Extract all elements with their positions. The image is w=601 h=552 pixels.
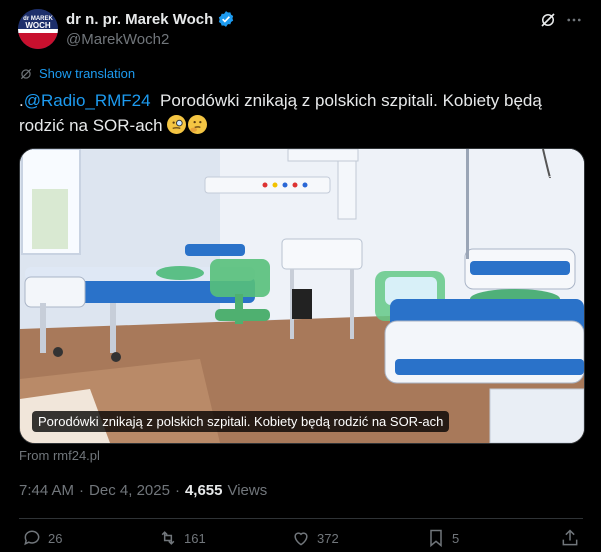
post-time[interactable]: 7:44 AM xyxy=(19,482,74,499)
monocle-face-emoji xyxy=(167,115,187,134)
reply-button[interactable]: 26 xyxy=(22,528,62,548)
media-caption: Porodówki znikają z polskich szpitali. K… xyxy=(32,411,450,432)
repost-button[interactable]: 161 xyxy=(158,528,206,548)
media-card-image[interactable] xyxy=(19,148,585,444)
like-button[interactable]: 372 xyxy=(291,528,339,548)
tweet-text: .@Radio_RMF24 Porodówki znikają z polski… xyxy=(19,88,579,138)
show-translation-label: Show translation xyxy=(39,66,136,81)
bookmark-count: 5 xyxy=(452,530,460,546)
tweet-meta: 7:44 AM · Dec 4, 2025 · 4,655 Views xyxy=(19,482,267,499)
translate-icon xyxy=(20,68,32,79)
svg-text:WOCH: WOCH xyxy=(25,21,51,30)
display-name[interactable]: dr n. pr. Marek Woch xyxy=(66,11,213,28)
author-name-row: dr n. pr. Marek Woch xyxy=(66,10,235,28)
meta-separator: · xyxy=(79,482,85,499)
avatar-image: dr MAREK WOCH xyxy=(18,9,58,49)
share-icon xyxy=(562,529,578,546)
show-translation-link[interactable]: Show translation xyxy=(19,66,135,81)
verified-badge-icon xyxy=(217,10,235,28)
share-button[interactable] xyxy=(560,528,580,548)
post-date[interactable]: Dec 4, 2025 xyxy=(89,482,170,499)
repost-icon xyxy=(161,531,175,545)
tweet-post: dr MAREK WOCH dr n. pr. Marek Woch @Mare… xyxy=(0,0,601,552)
bookmark-button[interactable]: 5 xyxy=(426,528,459,548)
link-source[interactable]: From rmf24.pl xyxy=(19,448,100,463)
divider xyxy=(19,518,583,519)
views-label: Views xyxy=(227,482,268,499)
user-handle[interactable]: @MarekWoch2 xyxy=(66,31,169,48)
mention-link[interactable]: @Radio_RMF24 xyxy=(24,91,151,110)
meta-separator-2: · xyxy=(174,482,180,499)
avatar[interactable]: dr MAREK WOCH xyxy=(18,9,58,49)
more-icon[interactable] xyxy=(564,10,584,30)
action-bar: 26 161 372 5 xyxy=(0,528,601,552)
bookmark-icon xyxy=(430,529,442,548)
grok-icon[interactable] xyxy=(538,10,558,30)
views-count: 4,655 xyxy=(184,482,223,499)
reply-count: 26 xyxy=(48,530,63,546)
repost-count: 161 xyxy=(184,530,206,546)
like-icon xyxy=(294,532,308,546)
reply-icon xyxy=(24,530,40,546)
like-count: 372 xyxy=(317,530,339,546)
thinking-face-emoji xyxy=(188,115,208,134)
